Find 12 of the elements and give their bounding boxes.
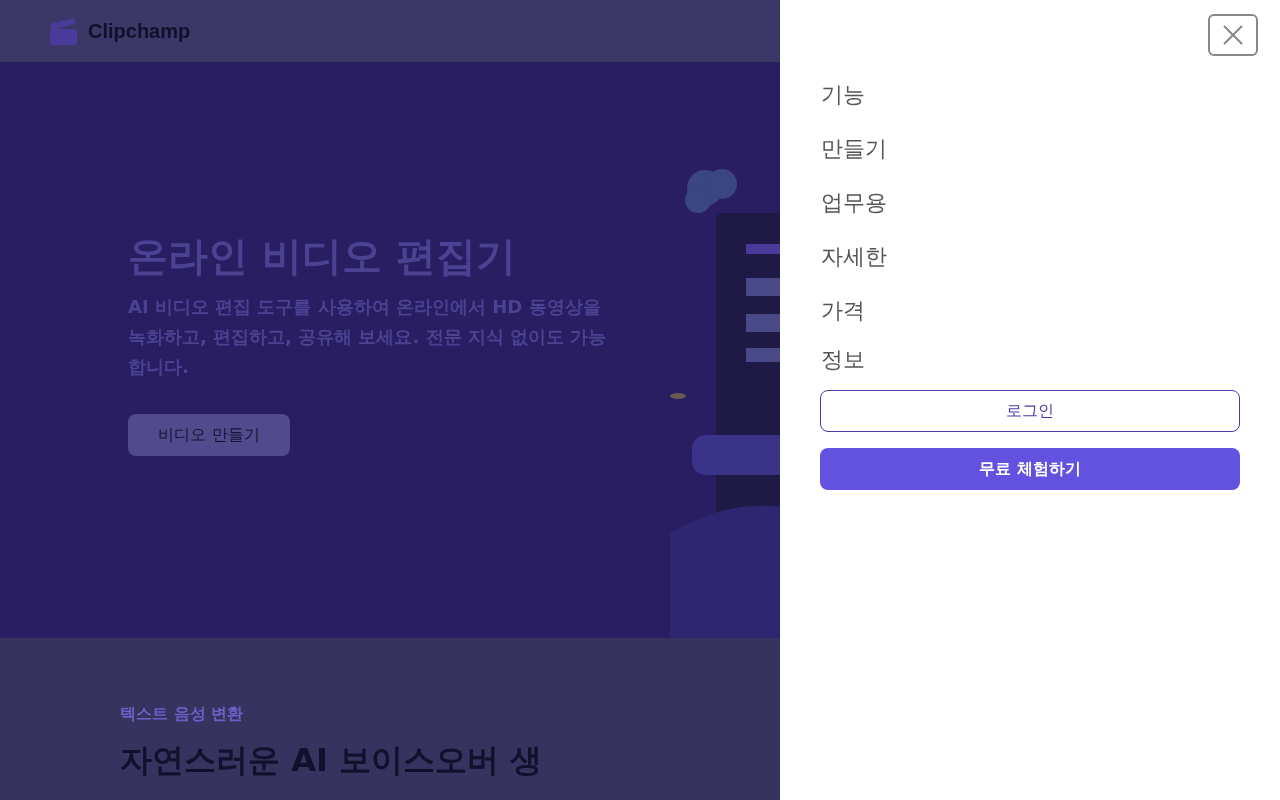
menu-item[interactable]: 정보 [820, 341, 865, 390]
menu-item[interactable]: 만들기 [820, 130, 887, 184]
close-button[interactable] [1208, 14, 1258, 56]
login-button[interactable]: 로그인 [820, 390, 1240, 432]
close-icon [1222, 24, 1244, 46]
menu-item[interactable]: 기능 [820, 76, 865, 130]
logo-icon [48, 16, 78, 46]
menu-item[interactable]: 가격 [820, 292, 865, 341]
section-eyebrow: 텍스트 음성 변환 [120, 704, 245, 725]
free-trial-button[interactable]: 무료 체험하기 [820, 448, 1240, 490]
menu-item[interactable]: 업무용 [820, 184, 887, 238]
menu-item[interactable]: 자세한 [820, 238, 887, 292]
